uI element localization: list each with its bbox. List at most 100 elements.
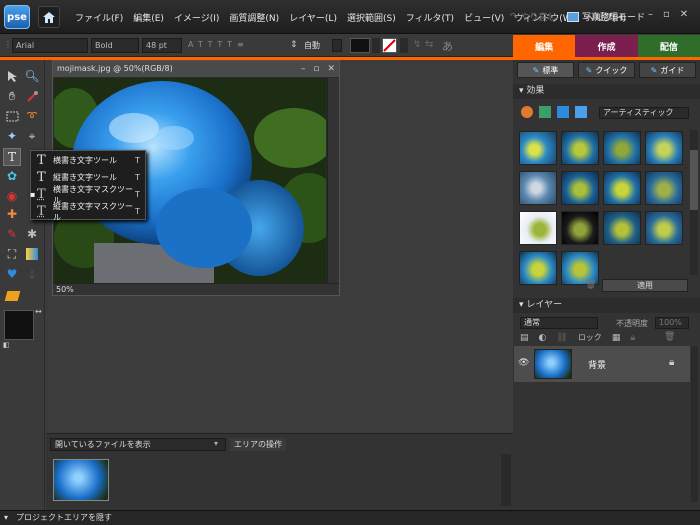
- effect-thumbnail[interactable]: [603, 211, 641, 245]
- swap-colors-icon[interactable]: ↔: [35, 307, 42, 316]
- photo-effects-icon[interactable]: [557, 106, 569, 118]
- tab-guided-edit[interactable]: ✎ ガイド: [639, 62, 696, 78]
- custom-shape-tool-icon[interactable]: ♥: [4, 266, 20, 282]
- paint-bucket-tool-icon[interactable]: ⛶: [4, 246, 20, 262]
- effect-thumbnail[interactable]: [519, 171, 557, 205]
- menu-select[interactable]: 選択範囲(S): [342, 11, 401, 24]
- doc-minimize-icon[interactable]: –: [301, 61, 306, 77]
- menu-view[interactable]: ビュー(V): [459, 11, 509, 24]
- lasso-tool-icon[interactable]: ➰︎: [24, 108, 40, 124]
- spot-healing-tool-icon[interactable]: ✚: [4, 206, 20, 222]
- hand-tool-icon[interactable]: ✋︎: [4, 88, 20, 104]
- blend-mode-select[interactable]: 通常: [520, 317, 598, 329]
- layers-panel-header[interactable]: ▾ レイヤー: [513, 298, 700, 313]
- effect-thumbnail[interactable]: [603, 171, 641, 205]
- all-effects-icon[interactable]: [575, 106, 587, 118]
- delete-layer-icon[interactable]: 🗑︎: [664, 332, 675, 342]
- style-dropdown[interactable]: [400, 38, 408, 53]
- opacity-field[interactable]: 100%: [655, 317, 689, 329]
- move-tool-icon[interactable]: [4, 68, 20, 84]
- gradient-tool-icon[interactable]: [24, 246, 40, 262]
- color-dropdown[interactable]: [372, 38, 380, 53]
- effect-thumbnail[interactable]: [645, 171, 683, 205]
- foreground-color[interactable]: [4, 310, 34, 340]
- project-bin-scrollbar[interactable]: [501, 454, 511, 506]
- effect-thumbnail[interactable]: [519, 131, 557, 165]
- magic-wand-tool-icon[interactable]: ✦: [4, 128, 20, 144]
- lock-transparent-icon[interactable]: ▦: [612, 333, 621, 343]
- font-size-select[interactable]: 48 pt: [142, 38, 182, 53]
- link-icon[interactable]: ⛓︎: [556, 333, 567, 343]
- tab-quick-edit[interactable]: ✎ クイック: [578, 62, 635, 78]
- project-thumbnail[interactable]: [53, 459, 109, 501]
- effects-scrollbar[interactable]: [690, 130, 698, 275]
- eyedropper-tool-icon[interactable]: [24, 88, 40, 104]
- home-button[interactable]: [38, 6, 60, 28]
- doc-maximize-icon[interactable]: ▫: [313, 61, 319, 77]
- color-swatch[interactable]: [350, 38, 370, 53]
- visibility-eye-icon[interactable]: 👁︎: [518, 358, 529, 368]
- menu-filter[interactable]: フィルタ(T): [401, 11, 459, 24]
- effect-thumbnail[interactable]: [645, 131, 683, 165]
- text-style-buttons[interactable]: ATTTT≡: [188, 40, 249, 49]
- font-family-select[interactable]: Arial: [12, 38, 88, 53]
- collapse-icon[interactable]: ▾: [4, 511, 8, 525]
- apply-button[interactable]: 適用: [602, 279, 688, 292]
- organizer-button[interactable]: 写真整理モード: [567, 10, 645, 23]
- new-layer-icon[interactable]: ▤: [520, 333, 529, 343]
- layer-row-background[interactable]: 👁︎ 背景 🔒︎: [514, 346, 690, 382]
- effect-thumbnail[interactable]: [561, 171, 599, 205]
- menu-layer[interactable]: レイヤー(L): [284, 11, 342, 24]
- effect-thumbnail[interactable]: [561, 211, 599, 245]
- t-icon[interactable]: T: [198, 40, 208, 49]
- no-style-icon[interactable]: [382, 38, 397, 53]
- tab-edit[interactable]: 編集: [513, 35, 576, 57]
- impressionist-brush-icon[interactable]: ✱: [24, 226, 40, 242]
- layers-scrollbar[interactable]: [691, 346, 698, 502]
- menu-file[interactable]: ファイル(F): [70, 11, 128, 24]
- crop-tool-icon[interactable]: [4, 288, 20, 304]
- effects-panel-header[interactable]: ▾ 効果: [513, 84, 700, 99]
- tab-create[interactable]: 作成: [575, 35, 638, 57]
- document-scrollbar[interactable]: [327, 78, 339, 284]
- t-strike-icon[interactable]: T: [227, 40, 237, 49]
- hide-project-bin-button[interactable]: プロジェクトエリアを隠す: [16, 511, 112, 525]
- layer-styles-icon[interactable]: [539, 106, 551, 118]
- filters-icon[interactable]: [521, 106, 533, 118]
- minimize-icon[interactable]: –: [648, 9, 653, 20]
- lock-all-icon[interactable]: 🔒︎: [630, 333, 635, 343]
- close-icon[interactable]: ✕: [680, 9, 688, 20]
- type-tool-icon[interactable]: T: [3, 148, 21, 166]
- quick-selection-tool-icon[interactable]: ⌖: [24, 128, 40, 144]
- effect-thumbnail[interactable]: [561, 131, 599, 165]
- brush-tool-icon[interactable]: ✎: [4, 226, 20, 242]
- effects-category-select[interactable]: アーティスティック: [599, 107, 689, 119]
- adjustment-layer-icon[interactable]: ◐: [539, 333, 547, 343]
- redo-button[interactable]: ↷ やり直し: [510, 10, 557, 24]
- tab-share[interactable]: 配信: [637, 35, 700, 57]
- trash-icon[interactable]: 🗑︎: [585, 280, 596, 290]
- cookie-cutter-tool-icon[interactable]: ✿: [4, 168, 20, 184]
- default-colors-icon[interactable]: ◧: [3, 341, 10, 349]
- tab-full-edit[interactable]: ✎ 標準: [517, 62, 574, 78]
- menu-edit[interactable]: 編集(E): [128, 11, 169, 24]
- t-italic-icon[interactable]: T: [208, 40, 218, 49]
- maximize-icon[interactable]: ▫: [663, 9, 670, 20]
- faux-bold-icon[interactable]: A: [188, 40, 198, 49]
- zoom-tool-icon[interactable]: 🔍︎: [24, 68, 40, 84]
- doc-close-icon[interactable]: ✕: [327, 61, 335, 77]
- leading-dropdown[interactable]: [332, 39, 342, 52]
- flyout-vertical-type-mask[interactable]: T 縦書き文字マスクツール T: [31, 202, 147, 222]
- effect-thumbnail[interactable]: [645, 211, 683, 245]
- menu-image[interactable]: イメージ(I): [169, 11, 225, 24]
- align-icon[interactable]: ≡: [237, 40, 249, 49]
- effect-thumbnail[interactable]: [519, 211, 557, 245]
- blur-tool-icon[interactable]: 💧︎: [24, 266, 40, 282]
- area-operations-menu[interactable]: エリアの操作: [230, 438, 286, 451]
- t-underline-icon[interactable]: T: [217, 40, 227, 49]
- warp-text-icon[interactable]: ↯: [413, 39, 421, 50]
- effect-thumbnail[interactable]: [519, 251, 557, 285]
- flyout-horizontal-type[interactable]: T 横書き文字ツール T: [31, 152, 147, 169]
- orientation-icon[interactable]: ⇆: [425, 39, 433, 50]
- marquee-tool-icon[interactable]: [4, 108, 20, 124]
